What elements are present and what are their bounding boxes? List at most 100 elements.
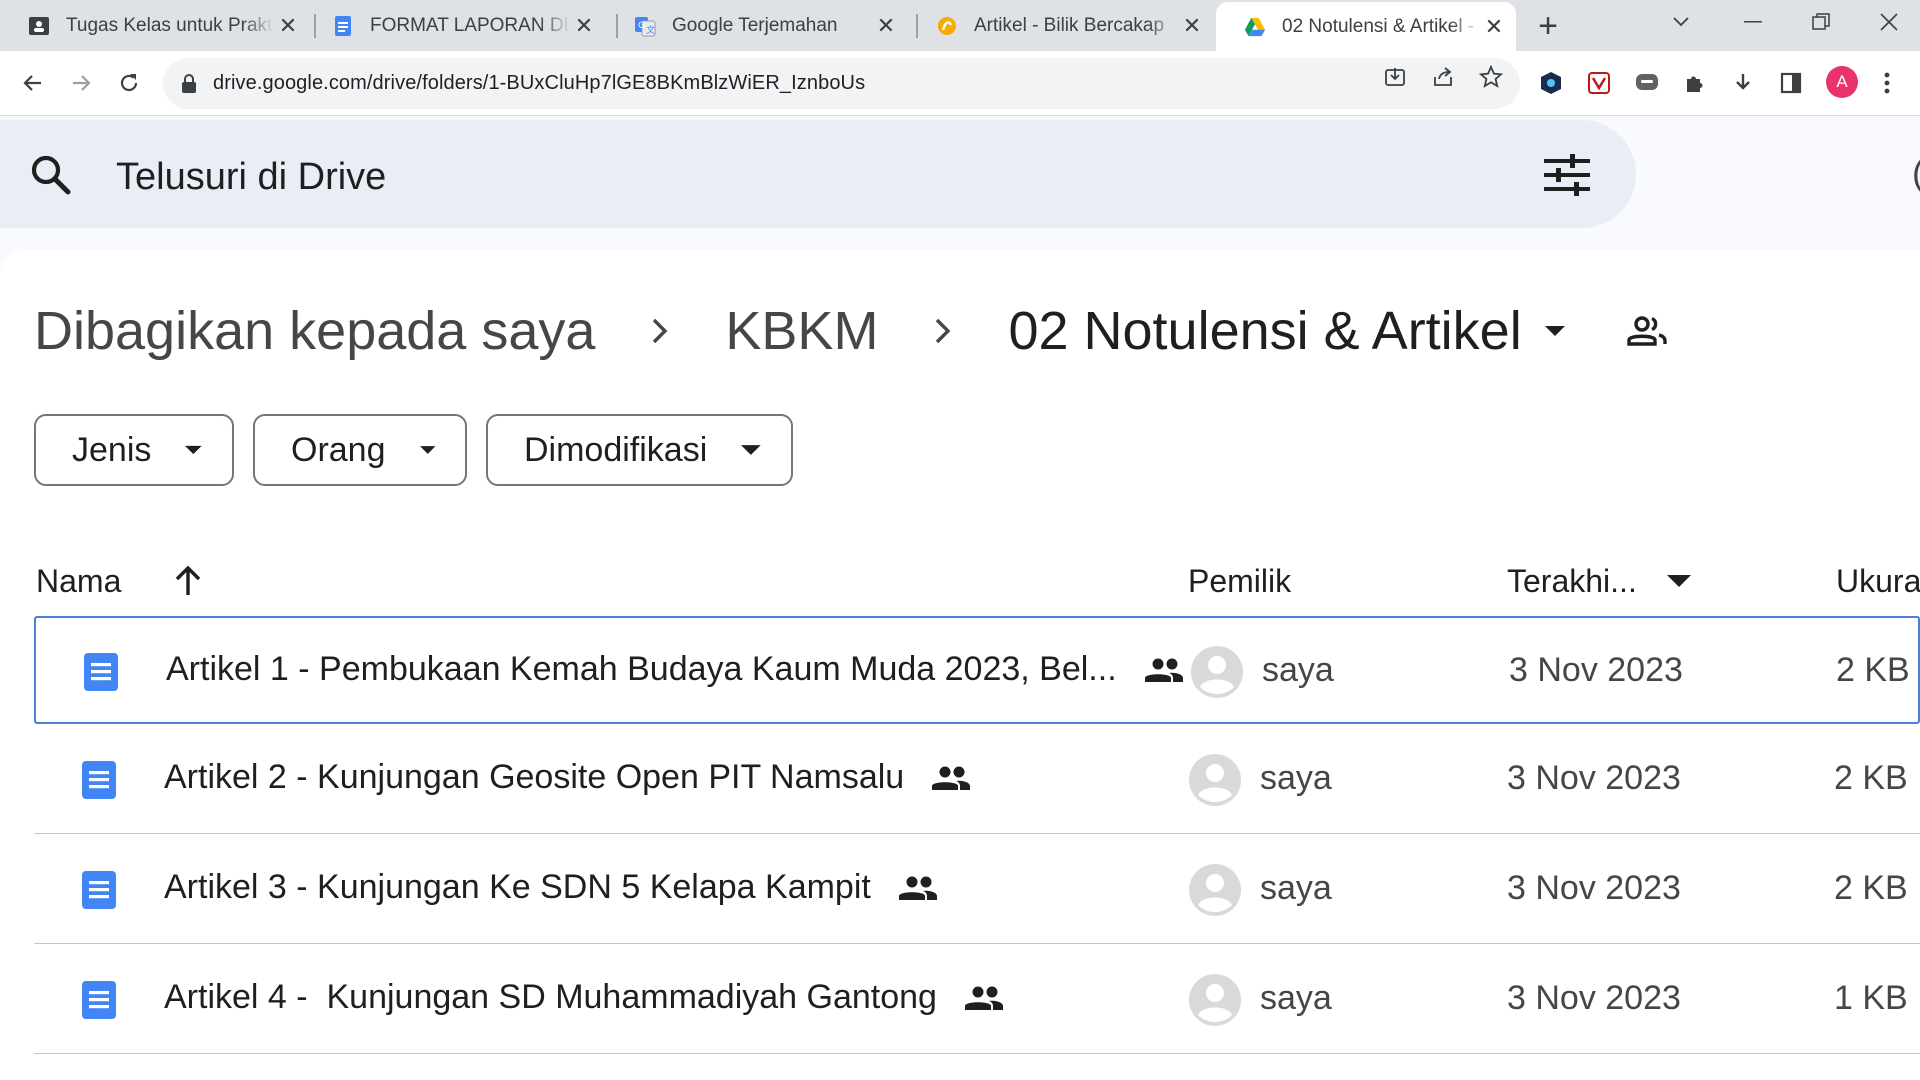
tab-title: Artikel - Bilik Bercakap [974,14,1165,36]
restore-icon[interactable] [1796,0,1846,44]
settings-edge-icon[interactable]: ( [1912,152,1920,194]
file-owner: saya [1260,759,1332,797]
search-input[interactable]: Telusuri di Drive [116,156,386,199]
file-owner: saya [1262,651,1334,689]
sort-ascending-icon[interactable] [173,565,203,597]
url-text: drive.google.com/drive/folders/1-BUxCluH… [213,72,866,94]
file-owner: saya [1260,979,1332,1017]
reload-button[interactable] [111,65,147,101]
tab-drive-active[interactable]: 02 Notulensi & Artikel - Google Drive ✕ [1216,2,1516,51]
filter-chip-label: Orang [291,430,386,469]
search-icon[interactable] [28,152,72,196]
folder-menu-caret-icon[interactable] [1530,324,1580,338]
search-options-icon[interactable] [1544,154,1590,196]
file-size: 1 KB [1834,979,1908,1017]
side-panel-icon[interactable] [1777,69,1805,97]
close-tab-icon[interactable]: ✕ [1178,12,1206,40]
docs-icon [332,15,354,37]
share-icon[interactable] [1430,64,1456,90]
breadcrumb-item-current[interactable]: 02 Notulensi & Artikel [1008,300,1521,362]
new-tab-button[interactable]: + [1530,8,1566,44]
tab-bilik-bercakap[interactable]: Artikel - Bilik Bercakap ✕ [908,0,1214,51]
column-name-label: Nama [36,562,122,599]
close-tab-icon[interactable]: ✕ [872,12,900,40]
shared-people-icon [932,766,971,790]
file-row[interactable]: Artikel 4 - Kunjungan SD Muhammadiyah Ga… [34,946,1920,1054]
tab-google-terjemahan[interactable]: G文 Google Terjemahan ✕ [606,0,908,51]
file-row[interactable]: Artikel 1 - Pembukaan Kemah Budaya Kaum … [34,616,1920,724]
file-name[interactable]: Artikel 4 - Kunjungan SD Muhammadiyah Ga… [164,978,1003,1017]
file-name-text: Artikel 1 - Pembukaan Kemah Budaya Kaum … [166,650,1117,688]
extension-shield-icon[interactable] [1537,69,1565,97]
column-size-header[interactable]: Ukura [1836,546,1920,616]
profile-avatar[interactable]: A [1826,66,1858,98]
filter-chips: Jenis Orang Dimodifikasi [34,414,793,486]
owner-avatar-icon [1189,864,1241,916]
svg-text:文: 文 [646,24,655,36]
filter-type-chip[interactable]: Jenis [34,414,234,486]
back-button[interactable] [15,65,51,101]
tab-title: FORMAT LAPORAN DBD [370,14,570,36]
file-size: 2 KB [1834,759,1908,797]
tab-title: 02 Notulensi & Artikel - Google Drive [1282,15,1480,37]
tab-title: Tugas Kelas untuk Praktik [66,14,274,36]
owner-avatar-icon [1191,646,1243,698]
chevron-right-icon [595,317,725,345]
close-tab-icon[interactable]: ✕ [570,12,598,40]
drive-content: Telusuri di Drive ( Dibagikan kepada say… [0,116,1920,1080]
shared-people-icon [898,876,937,900]
browser-toolbar: drive.google.com/drive/folders/1-BUxCluH… [0,51,1920,116]
close-tab-icon[interactable]: ✕ [274,12,302,40]
extension-mcafee-icon[interactable] [1585,69,1613,97]
google-docs-icon [84,653,118,691]
breadcrumb-item-shared[interactable]: Dibagikan kepada saya [34,300,595,362]
file-row[interactable]: Artikel 2 - Kunjungan Geosite Open PIT N… [34,726,1920,834]
google-docs-icon [82,761,116,799]
classroom-icon [28,15,50,37]
address-bar[interactable]: drive.google.com/drive/folders/1-BUxCluH… [163,58,1520,109]
extensions-puzzle-icon[interactable] [1681,69,1709,97]
dropdown-arrow-icon [185,445,202,455]
tab-classroom[interactable]: Tugas Kelas untuk Praktik ✕ [0,0,310,51]
column-size-label: Ukura [1836,562,1920,599]
column-owner-label: Pemilik [1188,562,1292,599]
file-owner: saya [1260,869,1332,907]
column-name-header[interactable]: Nama [36,546,203,616]
svg-text:G: G [638,21,645,31]
file-table-header: Nama Pemilik Terakhi... Ukura [0,546,1920,616]
file-name-text: Artikel 4 - Kunjungan SD Muhammadiyah Ga… [164,978,937,1016]
filter-modified-chip[interactable]: Dimodifikasi [486,414,793,486]
drive-search-bar[interactable]: Telusuri di Drive [0,120,1636,228]
file-name[interactable]: Artikel 1 - Pembukaan Kemah Budaya Kaum … [166,650,1183,689]
filter-people-chip[interactable]: Orang [253,414,467,486]
shared-people-icon [1144,658,1183,682]
tab-format-laporan[interactable]: FORMAT LAPORAN DBD ✕ [304,0,606,51]
breadcrumb-item-kbkm[interactable]: KBKM [725,300,878,362]
tab-search-icon[interactable] [1656,0,1706,44]
minimize-icon[interactable] [1728,0,1778,44]
downloads-icon[interactable] [1729,69,1757,97]
lock-icon[interactable] [179,73,199,94]
close-tab-icon[interactable]: ✕ [1480,13,1508,41]
file-name-text: Artikel 3 - Kunjungan Ke SDN 5 Kelapa Ka… [164,868,871,906]
bookmark-star-icon[interactable] [1478,64,1504,90]
dropdown-arrow-icon [419,446,435,454]
window-close-icon[interactable] [1864,0,1914,44]
file-panel: Dibagikan kepada saya KBKM 02 Notulensi … [0,250,1920,1080]
filter-chip-label: Dimodifikasi [524,430,708,469]
forward-button[interactable] [63,65,99,101]
shared-people-icon[interactable] [1626,316,1668,346]
file-name[interactable]: Artikel 3 - Kunjungan Ke SDN 5 Kelapa Ka… [164,868,937,907]
file-name[interactable]: Artikel 2 - Kunjungan Geosite Open PIT N… [164,758,971,797]
chrome-menu-icon[interactable] [1873,69,1901,97]
file-row[interactable]: Artikel 3 - Kunjungan Ke SDN 5 Kelapa Ka… [34,836,1920,944]
translate-icon: G文 [634,15,656,37]
column-owner-header[interactable]: Pemilik [1188,546,1291,616]
file-modified-date: 3 Nov 2023 [1507,759,1681,797]
column-modified-header[interactable]: Terakhi... [1507,546,1691,616]
extension-chat-icon[interactable] [1633,69,1661,97]
blog-icon [936,15,958,37]
file-size: 2 KB [1836,651,1910,689]
install-app-icon[interactable] [1382,64,1408,90]
sort-dropdown-icon[interactable] [1666,575,1691,587]
